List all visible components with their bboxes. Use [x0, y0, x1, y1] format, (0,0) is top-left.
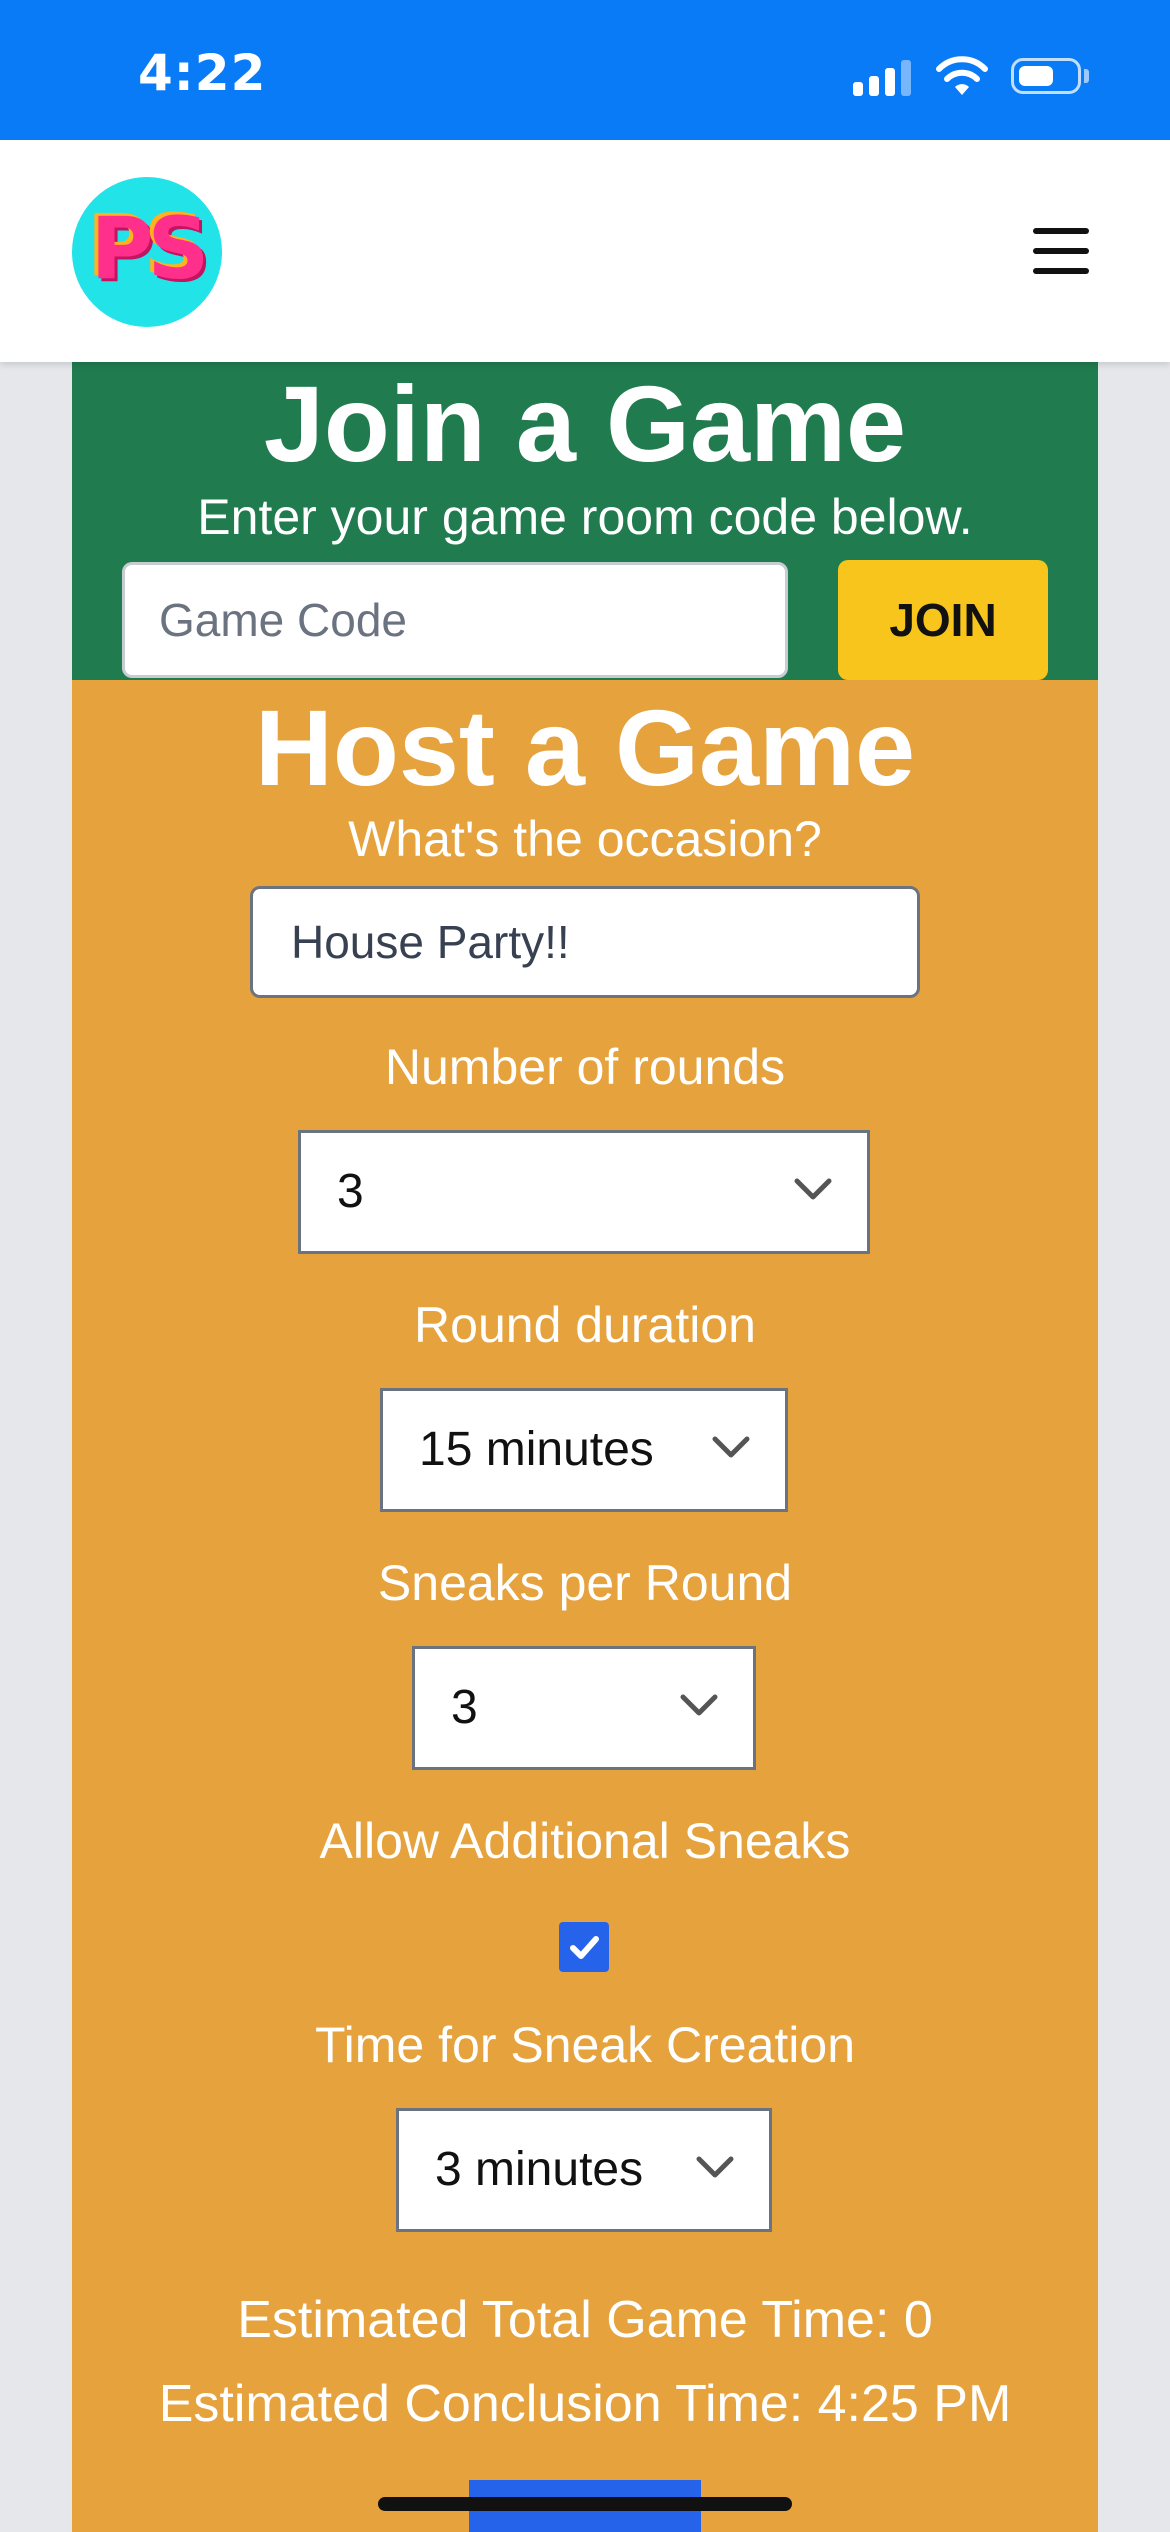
hamburger-menu-icon[interactable]	[1033, 228, 1089, 274]
join-section: Join a Game Enter your game room code be…	[72, 362, 1098, 680]
status-bar: 4:22	[0, 0, 1170, 140]
battery-icon	[1011, 58, 1081, 94]
logo-text: PS	[90, 199, 210, 299]
status-time: 4:22	[138, 44, 267, 102]
duration-select[interactable]: 15 minutes	[380, 1388, 788, 1512]
home-indicator	[378, 2497, 792, 2511]
sneaks-label: Sneaks per Round	[377, 1555, 793, 1611]
logo[interactable]: PS	[72, 177, 222, 327]
chevron-down-icon	[680, 1694, 718, 1716]
estimated-conclusion-time: Estimated Conclusion Time: 4:25 PM	[158, 2375, 1012, 2433]
chevron-down-icon	[696, 2156, 734, 2178]
creation-time-label: Time for Sneak Creation	[314, 2017, 856, 2073]
occasion-input[interactable]	[250, 886, 920, 998]
creation-time-value: 3 minutes	[435, 2143, 644, 2196]
join-title: Join a Game	[263, 363, 907, 484]
duration-value: 15 minutes	[419, 1423, 654, 1476]
additional-sneaks-checkbox[interactable]	[559, 1922, 609, 1972]
sneaks-select[interactable]: 3	[412, 1646, 756, 1770]
rounds-select[interactable]: 3	[298, 1130, 870, 1254]
host-title: Host a Game	[254, 687, 916, 808]
navbar: PS	[0, 140, 1170, 362]
join-button[interactable]: JOIN	[838, 560, 1048, 680]
main-card: Join a Game Enter your game room code be…	[72, 362, 1098, 2532]
join-subtitle: Enter your game room code below.	[197, 489, 973, 545]
creation-time-select[interactable]: 3 minutes	[396, 2108, 772, 2232]
rounds-label: Number of rounds	[384, 1039, 786, 1095]
battery-tip	[1084, 69, 1089, 83]
checkmark-icon	[570, 1936, 599, 1959]
chevron-down-icon	[794, 1178, 832, 1200]
chevron-down-icon	[712, 1436, 750, 1458]
additional-sneaks-label: Allow Additional Sneaks	[319, 1813, 851, 1869]
host-section: Host a Game What's the occasion? Number …	[72, 680, 1098, 2532]
cellular-signal-icon	[853, 58, 915, 96]
occasion-label: What's the occasion?	[348, 811, 822, 867]
sneaks-value: 3	[451, 1681, 478, 1734]
estimated-total-time: Estimated Total Game Time: 0	[237, 2291, 933, 2349]
game-code-input[interactable]	[122, 562, 788, 678]
duration-label: Round duration	[414, 1297, 756, 1353]
wifi-icon	[936, 56, 988, 95]
rounds-value: 3	[337, 1165, 364, 1218]
